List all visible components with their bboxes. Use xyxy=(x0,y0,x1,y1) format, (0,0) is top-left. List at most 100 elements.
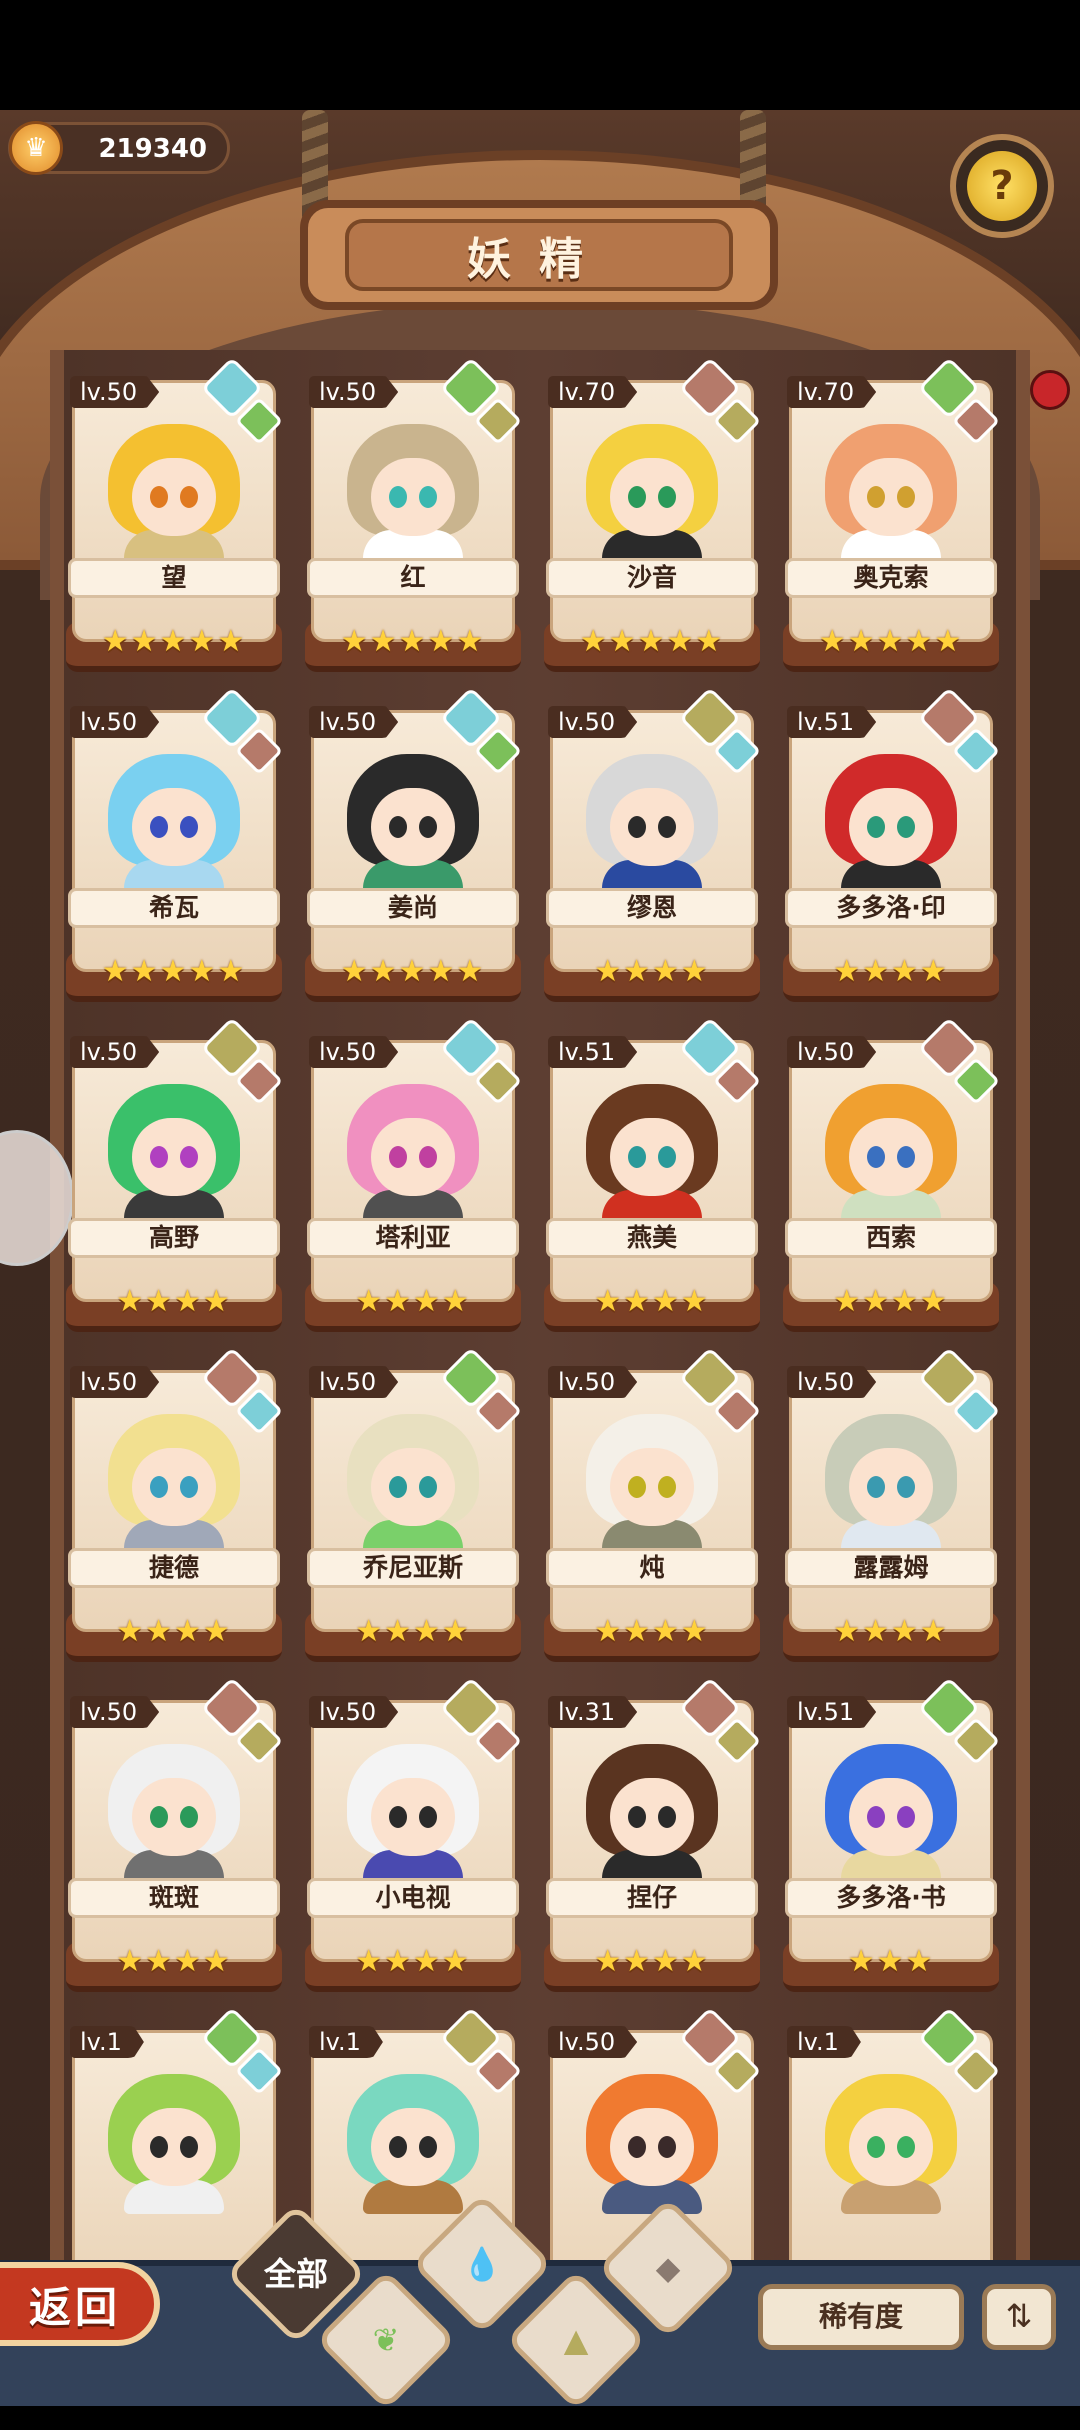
fairy-card[interactable]: lv.50 红 ★★★★★ xyxy=(301,356,525,672)
sort-order-icon: ⇅ xyxy=(1005,2297,1033,2335)
fairy-portrait xyxy=(102,750,246,894)
fairy-card[interactable]: lv.50 捷德 ★★★★ xyxy=(62,1346,286,1662)
fairy-card[interactable]: lv.50 塔利亚 ★★★★ xyxy=(301,1016,525,1332)
fairy-card[interactable]: lv.50 炖 ★★★★ xyxy=(540,1346,764,1662)
fairy-portrait xyxy=(819,1410,963,1554)
fairy-card[interactable]: lv.50 露露姆 ★★★★ xyxy=(779,1346,1003,1662)
fairy-name: 红 xyxy=(307,558,519,598)
portrait-eye xyxy=(180,816,198,838)
fairy-name: 捏仔 xyxy=(546,1878,758,1918)
ladybug-icon[interactable] xyxy=(1030,370,1070,410)
portrait-eye xyxy=(628,486,646,508)
portrait-eye xyxy=(628,1806,646,1828)
fairy-name: 炖 xyxy=(546,1548,758,1588)
fairy-card[interactable]: lv.70 奥克索 ★★★★★ xyxy=(779,356,1003,672)
fairy-card[interactable]: lv.70 沙音 ★★★★★ xyxy=(540,356,764,672)
level-badge: lv.70 xyxy=(787,376,877,408)
coin-icon: ♛ xyxy=(9,121,63,175)
level-badge: lv.50 xyxy=(787,1036,877,1068)
portrait-eye xyxy=(628,1476,646,1498)
water-icon: 💧 xyxy=(462,2245,502,2283)
star-rating: ★★★★ xyxy=(833,1614,949,1649)
fairy-portrait xyxy=(580,2070,724,2214)
sort-rarity-button[interactable]: 稀有度 xyxy=(758,2284,964,2350)
fairy-portrait xyxy=(819,2070,963,2214)
fairy-card[interactable]: lv.50 希瓦 ★★★★★ xyxy=(62,686,286,1002)
portrait-face xyxy=(610,2108,694,2186)
star-rating: ★★★★★ xyxy=(818,624,964,659)
star-rating: ★★★★ xyxy=(116,1614,232,1649)
back-label: 返回 xyxy=(28,2282,121,2332)
level-badge: lv.50 xyxy=(70,1036,160,1068)
portrait-eye xyxy=(628,1146,646,1168)
level-badge: lv.50 xyxy=(787,1366,877,1398)
filter-all-label: 全部 xyxy=(263,2255,328,2293)
portrait-eye xyxy=(419,816,437,838)
portrait-face xyxy=(610,1778,694,1856)
fairy-card[interactable]: lv.50 斑斑 ★★★★ xyxy=(62,1676,286,1992)
back-button[interactable]: 返回 xyxy=(0,2262,160,2346)
fairy-portrait xyxy=(341,1080,485,1224)
coin-value: 219340 xyxy=(98,134,207,164)
fairy-portrait xyxy=(819,420,963,564)
help-button[interactable]: ? xyxy=(950,134,1054,238)
star-rating: ★★★★ xyxy=(116,1944,232,1979)
portrait-face xyxy=(371,1448,455,1526)
fairy-card[interactable]: lv.51 燕美 ★★★★ xyxy=(540,1016,764,1332)
fairy-name: 捷德 xyxy=(68,1548,280,1588)
portrait-eye xyxy=(628,816,646,838)
fairy-card[interactable]: lv.50 缪恩 ★★★★ xyxy=(540,686,764,1002)
fairy-card[interactable]: lv.31 捏仔 ★★★★ xyxy=(540,1676,764,1992)
fairy-card[interactable]: lv.50 西索 ★★★★ xyxy=(779,1016,1003,1332)
portrait-face xyxy=(849,788,933,866)
star-rating: ★★★★ xyxy=(594,1944,710,1979)
earth-icon: ▲ xyxy=(563,2321,589,2359)
fairy-card[interactable]: lv.50 小电视 ★★★★ xyxy=(301,1676,525,1992)
portrait-face xyxy=(849,458,933,536)
fairy-name: 露露姆 xyxy=(785,1548,997,1588)
level-badge: lv.50 xyxy=(70,376,160,408)
fairy-portrait xyxy=(341,1410,485,1554)
fairy-portrait xyxy=(580,1080,724,1224)
portrait-face xyxy=(371,1778,455,1856)
fairy-portrait xyxy=(102,1740,246,1884)
fairy-name: 奥克索 xyxy=(785,558,997,598)
level-badge: lv.31 xyxy=(548,1696,638,1728)
portrait-eye xyxy=(658,1476,676,1498)
fairy-card[interactable]: lv.50 望 ★★★★★ xyxy=(62,356,286,672)
level-badge: lv.1 xyxy=(70,2026,144,2058)
portrait-face xyxy=(849,1118,933,1196)
portrait-face xyxy=(610,458,694,536)
fairy-name: 沙音 xyxy=(546,558,758,598)
fairy-name: 西索 xyxy=(785,1218,997,1258)
portrait-face xyxy=(132,458,216,536)
level-badge: lv.51 xyxy=(787,1696,877,1728)
level-badge: lv.50 xyxy=(309,1696,399,1728)
fairy-portrait xyxy=(819,1740,963,1884)
fairy-name: 小电视 xyxy=(307,1878,519,1918)
portrait-face xyxy=(132,1448,216,1526)
fairy-card[interactable]: lv.50 姜尚 ★★★★★ xyxy=(301,686,525,1002)
fairy-card[interactable]: lv.51 多多洛·印 ★★★★ xyxy=(779,686,1003,1002)
fairy-card[interactable]: lv.50 高野 ★★★★ xyxy=(62,1016,286,1332)
fairy-collection-scene: 妖精 ♛ 219340 ? lv.50 望 ★★★★★ lv.50 红 ★★★★★ lv.7… xyxy=(0,110,1080,2400)
fairy-card[interactable]: lv.50 乔尼亚斯 ★★★★ xyxy=(301,1346,525,1662)
level-badge: lv.50 xyxy=(548,706,638,738)
portrait-eye xyxy=(419,1146,437,1168)
portrait-eye xyxy=(389,2136,407,2158)
sort-order-button[interactable]: ⇅ xyxy=(982,2284,1056,2350)
level-badge: lv.50 xyxy=(309,706,399,738)
portrait-eye xyxy=(389,486,407,508)
portrait-eye xyxy=(897,816,915,838)
portrait-eye xyxy=(897,1146,915,1168)
fairy-card[interactable]: lv.51 多多洛·书 ★★★ xyxy=(779,1676,1003,1992)
fairy-portrait xyxy=(580,420,724,564)
level-badge: lv.50 xyxy=(70,1366,160,1398)
portrait-eye xyxy=(897,2136,915,2158)
portrait-eye xyxy=(150,1146,168,1168)
fairy-name: 塔利亚 xyxy=(307,1218,519,1258)
fairy-portrait xyxy=(102,1080,246,1224)
portrait-eye xyxy=(180,1476,198,1498)
fairy-portrait xyxy=(341,1740,485,1884)
fairy-portrait xyxy=(580,1410,724,1554)
